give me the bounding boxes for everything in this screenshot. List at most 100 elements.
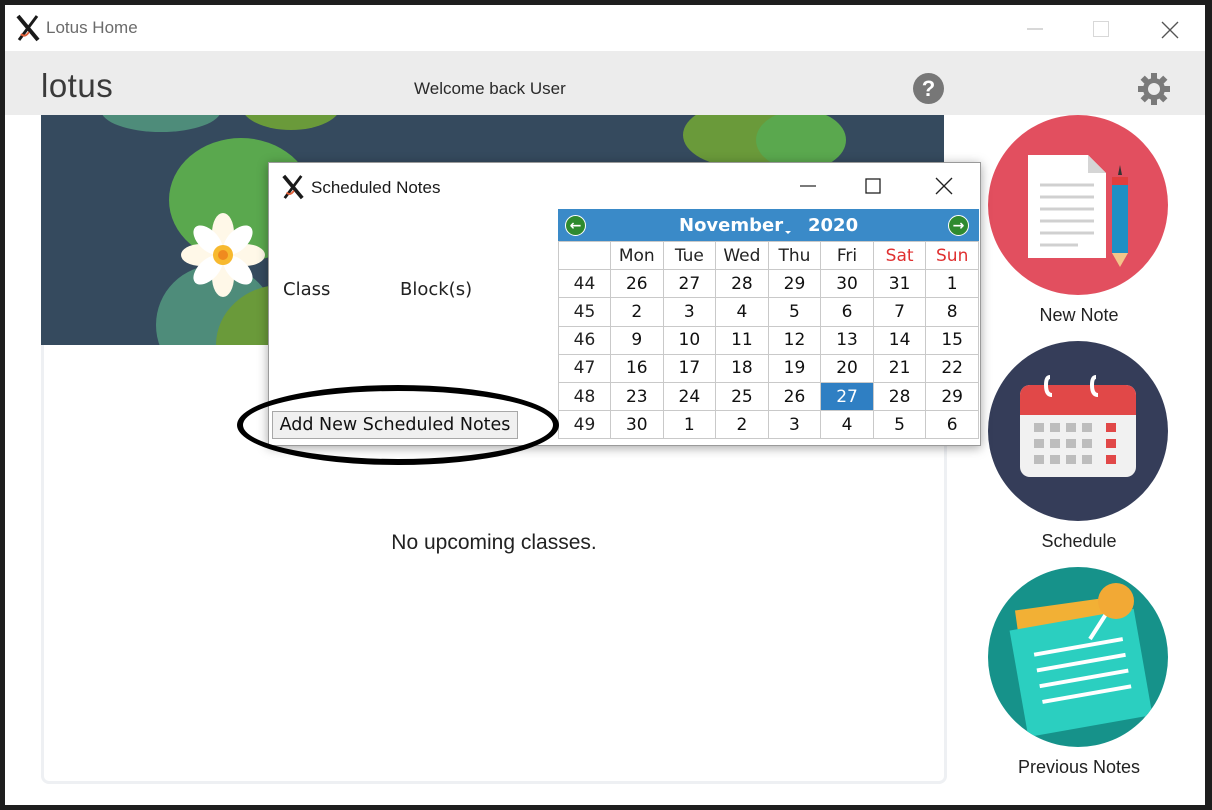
- week-number: 48: [558, 381, 611, 412]
- calendar-day[interactable]: 4: [715, 297, 769, 327]
- maximize-icon: [1093, 21, 1109, 37]
- dialog-maximize-button[interactable]: [856, 173, 890, 199]
- minimize-icon: [1027, 28, 1043, 30]
- welcome-message: Welcome back User: [414, 79, 566, 98]
- dialog-minimize-button[interactable]: [791, 173, 825, 199]
- window-title: Lotus Home: [46, 18, 138, 37]
- calendar-day[interactable]: 10: [662, 325, 717, 355]
- calendar-day[interactable]: 5: [872, 410, 927, 440]
- calendar-week-row: 46 9 10 11 12 13 14 15: [558, 325, 979, 355]
- calendar-day[interactable]: 17: [662, 353, 717, 383]
- calendar-week-row: 44 26 27 28 29 30 31 1: [558, 269, 979, 299]
- next-month-arrow-icon[interactable]: →: [948, 215, 969, 236]
- weekday-header: Thu: [767, 240, 822, 271]
- calendar-month[interactable]: November: [679, 215, 783, 236]
- calendar-day[interactable]: 12: [767, 325, 822, 355]
- calendar-day[interactable]: 1: [662, 410, 717, 440]
- calendar-day[interactable]: 1: [925, 269, 979, 299]
- calendar-day[interactable]: 13: [820, 325, 874, 355]
- dialog-close-button[interactable]: [927, 173, 961, 199]
- dialog-title: Scheduled Notes: [311, 178, 441, 197]
- maximize-icon: [865, 178, 881, 194]
- brand-logo: lotus: [41, 67, 114, 104]
- calendar-year[interactable]: 2020: [808, 215, 858, 236]
- dialog-titlebar: Scheduled Notes: [269, 163, 980, 209]
- scheduled-notes-dialog: Scheduled Notes Class Block(s) Add New S…: [268, 162, 981, 446]
- weekday-header: Tue: [662, 240, 717, 271]
- empty-state-message: No upcoming classes.: [391, 531, 597, 554]
- calendar-day[interactable]: 22: [925, 353, 979, 383]
- dialog-body: Class Block(s) Add New Scheduled Notes ←…: [269, 209, 980, 445]
- close-icon: [935, 177, 953, 195]
- calendar-week-row: 48 23 24 25 26 27 28 29: [558, 381, 979, 412]
- calendar-day[interactable]: 20: [820, 353, 874, 383]
- weekday-header: Sat: [872, 240, 927, 271]
- weekday-header: Mon: [610, 240, 664, 271]
- calendar-day[interactable]: 3: [662, 297, 717, 327]
- calendar-day[interactable]: 26: [610, 269, 664, 299]
- calendar-day[interactable]: 2: [610, 297, 664, 327]
- month-dropdown-icon[interactable]: [785, 231, 791, 234]
- schedule-button[interactable]: Schedule: [988, 341, 1170, 552]
- close-button[interactable]: [1139, 5, 1199, 51]
- calendar-day-selected[interactable]: 27: [820, 381, 874, 412]
- calendar-week-row: 47 16 17 18 19 20 21 22: [558, 353, 979, 383]
- weekday-header-row: Mon Tue Wed Thu Fri Sat Sun: [558, 240, 979, 271]
- calendar-day[interactable]: 5: [767, 297, 822, 327]
- calendar-day[interactable]: 19: [767, 353, 822, 383]
- calendar-day[interactable]: 16: [610, 353, 664, 383]
- new-note-button[interactable]: New Note: [988, 115, 1170, 326]
- add-new-scheduled-notes-button[interactable]: Add New Scheduled Notes: [272, 411, 518, 439]
- previous-month-arrow-icon[interactable]: ←: [565, 215, 586, 236]
- settings-gear-icon[interactable]: [1137, 72, 1171, 106]
- class-column-header: Class: [283, 279, 331, 300]
- calendar-day[interactable]: 2: [715, 410, 769, 440]
- schedule-label: Schedule: [1041, 531, 1117, 551]
- calendar-day[interactable]: 29: [925, 381, 979, 412]
- calendar-day[interactable]: 7: [872, 297, 927, 327]
- week-number: 45: [558, 297, 611, 327]
- calendar-week-row: 49 30 1 2 3 4 5 6: [558, 410, 979, 440]
- calendar-day[interactable]: 4: [820, 410, 874, 440]
- calendar-day[interactable]: 3: [767, 410, 822, 440]
- week-number: 49: [558, 410, 611, 440]
- calendar-icon: [988, 341, 1168, 521]
- previous-notes-button[interactable]: Previous Notes: [988, 567, 1170, 778]
- window-titlebar: Lotus Home: [5, 5, 1205, 51]
- calendar-day[interactable]: 9: [610, 325, 664, 355]
- calendar-day[interactable]: 30: [820, 269, 874, 299]
- calendar-day[interactable]: 26: [767, 381, 822, 412]
- weekday-header: Sun: [925, 240, 979, 271]
- calendar-day[interactable]: 27: [662, 269, 717, 299]
- calendar-day[interactable]: 25: [715, 381, 769, 412]
- calendar-day[interactable]: 29: [767, 269, 822, 299]
- document-pencil-icon: [988, 115, 1168, 295]
- minimize-button[interactable]: [1005, 5, 1065, 51]
- calendar-day[interactable]: 28: [872, 381, 927, 412]
- calendar-day[interactable]: 31: [872, 269, 927, 299]
- help-button[interactable]: ?: [913, 73, 944, 104]
- calendar-day[interactable]: 15: [925, 325, 979, 355]
- calendar-day[interactable]: 8: [925, 297, 979, 327]
- calendar-day[interactable]: 24: [662, 381, 717, 412]
- blocks-column-header: Block(s): [400, 279, 473, 300]
- calendar-day[interactable]: 11: [715, 325, 769, 355]
- calendar-day[interactable]: 21: [872, 353, 927, 383]
- calendar-day[interactable]: 18: [715, 353, 769, 383]
- minimize-icon: [800, 185, 816, 187]
- maximize-button[interactable]: [1071, 5, 1131, 51]
- calendar-day[interactable]: 6: [925, 410, 979, 440]
- weekday-header: Fri: [820, 240, 874, 271]
- week-number-header: [558, 240, 611, 271]
- calendar-day[interactable]: 14: [872, 325, 927, 355]
- calendar-day[interactable]: 6: [820, 297, 874, 327]
- app-logo-icon: [16, 14, 40, 42]
- calendar-day[interactable]: 28: [715, 269, 769, 299]
- week-number: 44: [558, 269, 611, 299]
- calendar-week-row: 45 2 3 4 5 6 7 8: [558, 297, 979, 327]
- calendar-day[interactable]: 30: [610, 410, 664, 440]
- calendar-day[interactable]: 23: [610, 381, 664, 412]
- weekday-header: Wed: [715, 240, 769, 271]
- new-note-label: New Note: [1039, 305, 1119, 325]
- close-icon: [1161, 21, 1179, 39]
